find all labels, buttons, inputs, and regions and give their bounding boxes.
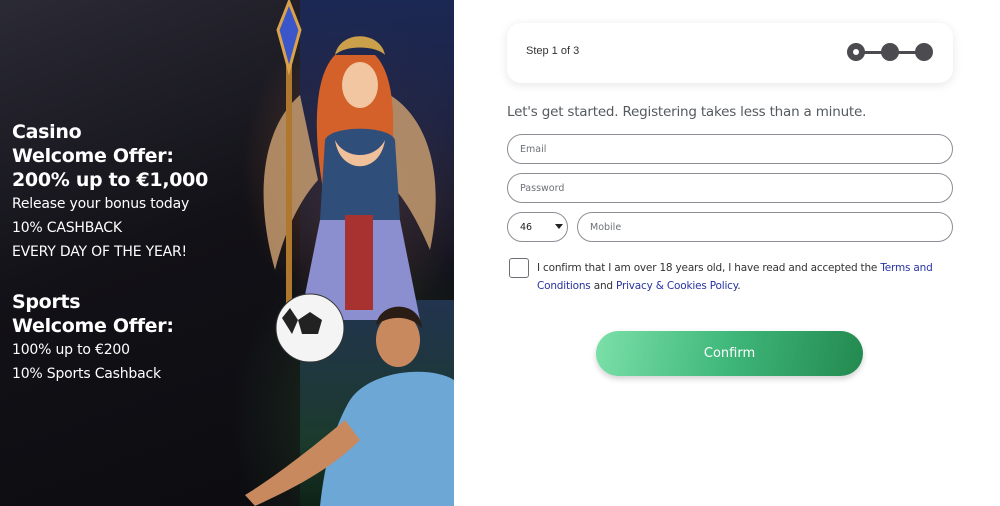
privacy-link[interactable]: Privacy & Cookies Policy	[616, 280, 737, 292]
country-code-display: 46	[508, 213, 567, 241]
casino-offer: Casino Welcome Offer: 200% up to €1,000 …	[12, 120, 208, 264]
sports-heading-line1: Sports	[12, 291, 81, 313]
country-code-value: 46	[520, 221, 533, 233]
consent-prefix: I confirm that I am over 18 years old, I…	[537, 262, 881, 274]
step-dot-3	[915, 43, 933, 61]
email-field-wrapper	[507, 134, 953, 164]
consent-suffix: .	[737, 280, 741, 292]
promo-panel: Casino Welcome Offer: 200% up to €1,000 …	[0, 0, 454, 506]
consent-text: I confirm that I am over 18 years old, I…	[537, 259, 937, 295]
staff-head	[276, 0, 302, 76]
sports-heading-line2: Welcome Offer:	[12, 315, 174, 337]
mobile-field[interactable]	[578, 213, 952, 241]
registration-panel: Step 1 of 3 Let's get started. Registeri…	[454, 0, 1000, 506]
step-indicator: Step 1 of 3	[507, 23, 953, 83]
step-dot-1-current	[847, 43, 865, 61]
email-field[interactable]	[508, 135, 952, 163]
confirm-button[interactable]: Confirm	[596, 331, 863, 376]
sports-offer: Sports Welcome Offer: 100% up to €200 10…	[12, 290, 174, 386]
casino-line1: Release your bonus today	[12, 196, 190, 212]
warrior-helmet	[335, 36, 385, 55]
sports-line2: 10% Sports Cashback	[12, 366, 161, 382]
casino-heading-line1: Casino	[12, 121, 82, 143]
step-progress	[847, 42, 933, 62]
casino-heading-line3: 200% up to €1,000	[12, 169, 209, 191]
consent-and: and	[590, 280, 617, 292]
skirt-sash	[345, 215, 373, 310]
chevron-down-icon	[555, 224, 563, 229]
password-field-wrapper	[507, 173, 953, 203]
consent-checkbox[interactable]	[509, 258, 529, 278]
mobile-field-wrapper	[577, 212, 953, 242]
warrior-face	[342, 62, 378, 108]
intro-text: Let's get started. Registering takes les…	[507, 104, 867, 120]
casino-line3: EVERY DAY OF THE YEAR!	[12, 244, 187, 260]
staff	[286, 40, 292, 310]
step-label: Step 1 of 3	[526, 45, 580, 57]
sports-line1: 100% up to €200	[12, 342, 130, 358]
step-dot-2	[881, 43, 899, 61]
casino-line2: 10% CASHBACK	[12, 220, 122, 236]
password-field[interactable]	[508, 174, 952, 202]
country-code-select[interactable]: 46	[507, 212, 568, 242]
casino-heading-line2: Welcome Offer:	[12, 145, 174, 167]
